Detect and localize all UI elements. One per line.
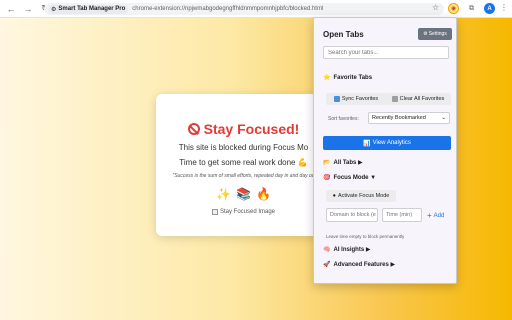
focus-mode-heading: Focus Mode ▼ [333, 174, 377, 181]
profile-avatar[interactable]: A [484, 3, 495, 14]
clear-favorites-button[interactable]: Clear All Favorites [385, 93, 451, 105]
all-tabs-label: All Tabs ▶ [333, 160, 363, 166]
gear-icon: ⚙ [423, 31, 428, 37]
view-analytics-label: View Analytics [372, 140, 411, 146]
trash-icon [391, 96, 398, 102]
domain-input[interactable] [326, 208, 378, 222]
time-input[interactable] [382, 208, 422, 222]
folder-icon: 📂 [323, 160, 331, 166]
favorites-heading[interactable]: ⭐ Favorite Tabs [323, 74, 373, 82]
activate-focus-button[interactable]: ● Activate Focus Mode [326, 190, 396, 202]
url-text: chrome-extension://npjwmabgodegngffhldnm… [132, 6, 324, 12]
chart-icon: 📊 [363, 140, 371, 147]
blocked-message: This site is blocked during Focus Mo [178, 143, 309, 152]
extension-popup: Open Tabs ⚙ Settings ⭐ Favorite Tabs Syn… [313, 17, 457, 284]
add-label: Add [433, 212, 445, 219]
broken-image-icon [211, 209, 218, 215]
settings-button[interactable]: ⚙ Settings [418, 28, 452, 40]
star-icon: ⭐ [323, 75, 331, 81]
target-icon: 🎯 [323, 175, 331, 181]
emoji-row: ✨ 📚 🔥 [156, 187, 331, 201]
browser-toolbar: ← → ↻ ⚙ Smart Tab Manager Pro chrome-ext… [0, 0, 512, 18]
circle-icon: ● [332, 193, 336, 199]
advanced-features-toggle[interactable]: 🚀 Advanced Features ▶ [323, 261, 395, 268]
sort-favorites-select[interactable]: Recently Bookmarked ⌄ [368, 112, 450, 124]
books-icon: 📚 [236, 187, 251, 201]
sync-favorites-label: Sync Favorites [341, 96, 379, 102]
bookmark-star-icon[interactable]: ☆ [432, 3, 439, 12]
sparkles-icon: ✨ [216, 187, 232, 201]
focus-image: Stay Focused Image [156, 209, 331, 215]
prohibited-icon [187, 123, 200, 135]
motivation-message: Time to get some real work done 💪 [179, 158, 308, 167]
chevron-down-icon: ⌄ [441, 115, 446, 121]
extension-icon: ⚙ [51, 6, 57, 13]
view-analytics-button[interactable]: 📊 View Analytics [323, 136, 451, 150]
popup-title: Open Tabs [323, 30, 364, 39]
favorites-heading-text: Favorite Tabs [333, 74, 373, 81]
focus-image-alt: Stay Focused Image [219, 209, 276, 215]
brain-icon: 🧠 [323, 247, 331, 253]
card-title: Stay Focused! [156, 121, 331, 137]
site-chip[interactable]: ⚙ Smart Tab Manager Pro [48, 4, 129, 14]
fire-icon: 🔥 [255, 187, 271, 201]
ai-insights-label: AI Insights ▶ [333, 247, 371, 253]
ai-insights-toggle[interactable]: 🧠 AI Insights ▶ [323, 246, 370, 253]
site-chip-label: Smart Tab Manager Pro [58, 6, 126, 12]
forward-icon[interactable]: → [22, 3, 34, 15]
extensions-puzzle-icon[interactable]: ⧉ [466, 3, 477, 14]
focus-hint: Leave time empty to block permanently [326, 234, 405, 239]
settings-label: Settings [428, 31, 447, 37]
activate-focus-label: Activate Focus Mode [337, 193, 390, 199]
sync-icon [333, 96, 340, 102]
advanced-label: Advanced Features ▶ [333, 262, 396, 268]
browser-menu-icon[interactable]: ⋮ [500, 3, 508, 12]
rocket-icon: 🚀 [323, 262, 331, 268]
focus-mode-toggle[interactable]: 🎯 Focus Mode ▼ [323, 174, 377, 182]
address-bar[interactable]: ⚙ Smart Tab Manager Pro chrome-extension… [44, 3, 444, 15]
plus-icon: + [427, 211, 432, 220]
back-icon[interactable]: ← [5, 3, 17, 15]
sort-value: Recently Bookmarked [372, 115, 426, 121]
add-block-button[interactable]: + Add [427, 211, 444, 220]
sort-favorites-label: Sort favorites: [328, 116, 359, 122]
focus-card: Stay Focused! This site is blocked durin… [156, 94, 331, 236]
card-title-text: Stay Focused! [203, 121, 300, 137]
sync-favorites-button[interactable]: Sync Favorites [326, 93, 386, 105]
tab-manager-extension-icon[interactable]: ◉ [448, 3, 459, 14]
tab-search-input[interactable] [323, 46, 449, 59]
quote-text: "Success is the sum of small efforts, re… [172, 173, 315, 179]
all-tabs-toggle[interactable]: 📂 All Tabs ▶ [323, 159, 363, 166]
clear-favorites-label: Clear All Favorites [399, 96, 445, 102]
